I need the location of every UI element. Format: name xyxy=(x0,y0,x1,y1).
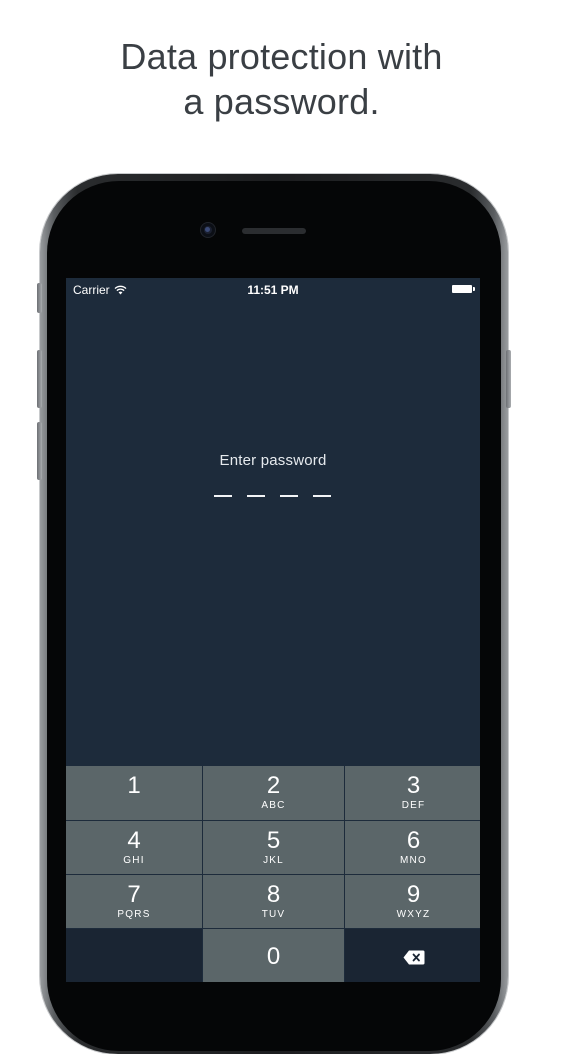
key-4[interactable]: 4 GHI xyxy=(66,821,202,874)
key-digit: 7 xyxy=(127,881,141,908)
volume-up-button xyxy=(37,350,42,408)
key-letters: WXYZ xyxy=(396,909,431,920)
key-letters: ABC xyxy=(261,800,286,811)
key-letters: GHI xyxy=(123,855,145,866)
battery-icon xyxy=(452,285,475,293)
key-7[interactable]: 7 PQRS xyxy=(66,875,202,928)
key-letters: DEF xyxy=(401,800,426,811)
status-time: 11:51 PM xyxy=(247,283,299,297)
key-letters: PQRS xyxy=(117,909,151,920)
key-9[interactable]: 9 WXYZ xyxy=(345,875,480,928)
key-digit: 4 xyxy=(127,827,141,854)
key-1[interactable]: 1 xyxy=(66,766,202,820)
key-digit: 0 xyxy=(266,943,281,970)
key-3[interactable]: 3 DEF xyxy=(345,766,480,820)
status-bar: Carrier 11:51 PM xyxy=(66,278,480,302)
mute-switch xyxy=(37,283,42,313)
pin-dash xyxy=(280,495,298,497)
headline-line-2: a password. xyxy=(183,81,380,122)
pin-indicator xyxy=(214,495,331,497)
key-digit: 8 xyxy=(266,881,281,908)
key-digit: 1 xyxy=(127,772,141,799)
key-digit: 6 xyxy=(406,827,421,854)
power-button xyxy=(506,350,511,408)
earpiece-speaker xyxy=(242,228,306,234)
key-5[interactable]: 5 JKL xyxy=(203,821,344,874)
key-digit: 5 xyxy=(266,827,281,854)
key-digit: 2 xyxy=(266,772,281,799)
backspace-icon xyxy=(403,950,424,964)
key-letters: MNO xyxy=(400,855,427,866)
key-0[interactable]: 0 xyxy=(203,929,344,982)
key-digit: 3 xyxy=(406,772,421,799)
enter-password-prompt: Enter password xyxy=(219,452,327,469)
phone-screen: Carrier 11:51 PM Enter password 1 2 ABC … xyxy=(66,278,480,982)
headline-line-1: Data protection with xyxy=(120,36,443,77)
key-letters: JKL xyxy=(263,855,284,866)
pin-dash xyxy=(313,495,331,497)
promo-headline: Data protection with a password. xyxy=(0,34,563,124)
key-6[interactable]: 6 MNO xyxy=(345,821,480,874)
front-camera xyxy=(201,223,215,237)
keypad-blank-key xyxy=(66,929,202,982)
key-2[interactable]: 2 ABC xyxy=(203,766,344,820)
pin-dash xyxy=(214,495,232,497)
numeric-keypad: 1 2 ABC 3 DEF 4 GHI 5 JKL 6 MNO 7 PQRS 8… xyxy=(66,766,480,982)
key-letters: TUV xyxy=(261,909,286,920)
pin-dash xyxy=(247,495,265,497)
key-8[interactable]: 8 TUV xyxy=(203,875,344,928)
volume-down-button xyxy=(37,422,42,480)
delete-button[interactable] xyxy=(345,929,480,982)
key-digit: 9 xyxy=(406,881,421,908)
